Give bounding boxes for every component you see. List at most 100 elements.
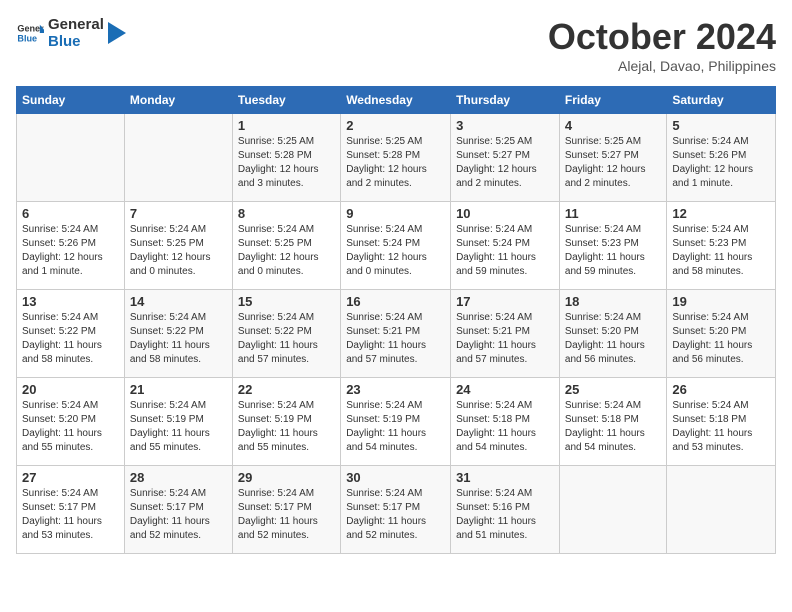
calendar-cell — [559, 466, 666, 554]
day-number: 18 — [565, 294, 661, 309]
calendar-cell: 4Sunrise: 5:25 AMSunset: 5:27 PMDaylight… — [559, 114, 666, 202]
day-info: Sunrise: 5:24 AMSunset: 5:25 PMDaylight:… — [238, 223, 335, 279]
day-info: Sunrise: 5:24 AMSunset: 5:24 PMDaylight:… — [456, 223, 554, 279]
calendar-cell: 5Sunrise: 5:24 AMSunset: 5:26 PMDaylight… — [667, 114, 776, 202]
calendar-cell: 23Sunrise: 5:24 AMSunset: 5:19 PMDayligh… — [341, 378, 451, 466]
calendar-cell: 8 Sunrise: 5:24 AMSunset: 5:25 PMDaylight… — [232, 202, 340, 290]
day-number: 8 — [238, 206, 335, 221]
logo-icon: General Blue — [16, 19, 44, 47]
day-number: 15 — [238, 294, 335, 309]
title-block: October 2024 Alejal, Davao, Philippines — [548, 16, 776, 74]
calendar-week-row: 13 Sunrise: 5:24 AMSunset: 5:22 PMDayligh… — [17, 290, 776, 378]
calendar-cell: 14Sunrise: 5:24 AMSunset: 5:22 PMDayligh… — [124, 290, 232, 378]
day-info: Sunrise: 5:25 AMSunset: 5:28 PMDaylight:… — [346, 135, 445, 191]
day-number: 22 — [238, 382, 335, 397]
logo-arrow-icon — [108, 22, 126, 44]
page-header: General Blue General Blue October 2024 A… — [16, 16, 776, 74]
day-number: 17 — [456, 294, 554, 309]
day-info: Sunrise: 5:24 AMSunset: 5:16 PMDaylight:… — [456, 487, 554, 543]
day-info: Sunrise: 5:25 AMSunset: 5:28 PMDaylight:… — [238, 135, 335, 191]
calendar-cell: 26 Sunrise: 5:24 AMSunset: 5:18 PMDayligh… — [667, 378, 776, 466]
calendar-cell: 18Sunrise: 5:24 AMSunset: 5:20 PMDayligh… — [559, 290, 666, 378]
day-number: 5 — [672, 118, 770, 133]
calendar-header-row: SundayMondayTuesdayWednesdayThursdayFrid… — [17, 87, 776, 114]
day-number: 24 — [456, 382, 554, 397]
calendar-cell: 19 Sunrise: 5:24 AMSunset: 5:20 PMDayligh… — [667, 290, 776, 378]
weekday-header-thursday: Thursday — [451, 87, 560, 114]
day-info: Sunrise: 5:24 AMSunset: 5:17 PMDaylight:… — [346, 487, 445, 543]
day-number: 11 — [565, 206, 661, 221]
day-info: Sunrise: 5:24 AMSunset: 5:20 PMDaylight:… — [22, 399, 119, 455]
calendar-cell: 13 Sunrise: 5:24 AMSunset: 5:22 PMDayligh… — [17, 290, 125, 378]
day-number: 16 — [346, 294, 445, 309]
calendar-week-row: 27 Sunrise: 5:24 AMSunset: 5:17 PMDayligh… — [17, 466, 776, 554]
day-info: Sunrise: 5:25 AMSunset: 5:27 PMDaylight:… — [456, 135, 554, 191]
day-number: 14 — [130, 294, 227, 309]
calendar-cell: 21 Sunrise: 5:24 AMSunset: 5:19 PMDayligh… — [124, 378, 232, 466]
day-number: 25 — [565, 382, 661, 397]
day-info: Sunrise: 5:24 AMSunset: 5:19 PMDaylight:… — [130, 399, 227, 455]
calendar-cell: 6 Sunrise: 5:24 AMSunset: 5:26 PMDaylight… — [17, 202, 125, 290]
day-info: Sunrise: 5:24 AMSunset: 5:18 PMDaylight:… — [565, 399, 661, 455]
day-info: Sunrise: 5:24 AMSunset: 5:22 PMDaylight:… — [238, 311, 335, 367]
logo-general: General — [48, 16, 104, 33]
day-number: 27 — [22, 470, 119, 485]
logo-blue: Blue — [48, 33, 104, 50]
calendar-week-row: 1 Sunrise: 5:25 AMSunset: 5:28 PMDaylight… — [17, 114, 776, 202]
calendar-week-row: 6 Sunrise: 5:24 AMSunset: 5:26 PMDaylight… — [17, 202, 776, 290]
weekday-header-wednesday: Wednesday — [341, 87, 451, 114]
calendar-cell: 31 Sunrise: 5:24 AMSunset: 5:16 PMDayligh… — [451, 466, 560, 554]
calendar-cell: 2 Sunrise: 5:25 AMSunset: 5:28 PMDaylight… — [341, 114, 451, 202]
calendar-week-row: 20 Sunrise: 5:24 AMSunset: 5:20 PMDayligh… — [17, 378, 776, 466]
logo: General Blue General Blue — [16, 16, 126, 51]
day-number: 19 — [672, 294, 770, 309]
day-info: Sunrise: 5:24 AMSunset: 5:18 PMDaylight:… — [672, 399, 770, 455]
day-number: 2 — [346, 118, 445, 133]
day-number: 21 — [130, 382, 227, 397]
calendar-cell: 3 Sunrise: 5:25 AMSunset: 5:27 PMDaylight… — [451, 114, 560, 202]
calendar-cell: 20 Sunrise: 5:24 AMSunset: 5:20 PMDayligh… — [17, 378, 125, 466]
calendar-cell: 22 Sunrise: 5:24 AMSunset: 5:19 PMDayligh… — [232, 378, 340, 466]
day-number: 31 — [456, 470, 554, 485]
day-number: 12 — [672, 206, 770, 221]
day-number: 1 — [238, 118, 335, 133]
day-number: 13 — [22, 294, 119, 309]
day-number: 4 — [565, 118, 661, 133]
weekday-header-monday: Monday — [124, 87, 232, 114]
weekday-header-tuesday: Tuesday — [232, 87, 340, 114]
calendar-cell: 10 Sunrise: 5:24 AMSunset: 5:24 PMDayligh… — [451, 202, 560, 290]
day-info: Sunrise: 5:24 AMSunset: 5:23 PMDaylight:… — [565, 223, 661, 279]
calendar-cell: 7Sunrise: 5:24 AMSunset: 5:25 PMDaylight… — [124, 202, 232, 290]
day-info: Sunrise: 5:24 AMSunset: 5:26 PMDaylight:… — [22, 223, 119, 279]
calendar-cell: 12 Sunrise: 5:24 AMSunset: 5:23 PMDayligh… — [667, 202, 776, 290]
day-info: Sunrise: 5:24 AMSunset: 5:23 PMDaylight:… — [672, 223, 770, 279]
location-subtitle: Alejal, Davao, Philippines — [548, 58, 776, 74]
day-number: 30 — [346, 470, 445, 485]
weekday-header-sunday: Sunday — [17, 87, 125, 114]
day-number: 9 — [346, 206, 445, 221]
calendar-cell — [17, 114, 125, 202]
calendar-cell: 1 Sunrise: 5:25 AMSunset: 5:28 PMDaylight… — [232, 114, 340, 202]
calendar-cell: 17Sunrise: 5:24 AMSunset: 5:21 PMDayligh… — [451, 290, 560, 378]
svg-text:Blue: Blue — [17, 34, 37, 44]
calendar-cell: 30 Sunrise: 5:24 AMSunset: 5:17 PMDayligh… — [341, 466, 451, 554]
calendar-cell — [124, 114, 232, 202]
calendar-cell: 28Sunrise: 5:24 AMSunset: 5:17 PMDayligh… — [124, 466, 232, 554]
day-number: 6 — [22, 206, 119, 221]
day-info: Sunrise: 5:24 AMSunset: 5:20 PMDaylight:… — [672, 311, 770, 367]
day-info: Sunrise: 5:24 AMSunset: 5:19 PMDaylight:… — [238, 399, 335, 455]
day-info: Sunrise: 5:24 AMSunset: 5:25 PMDaylight:… — [130, 223, 227, 279]
day-number: 10 — [456, 206, 554, 221]
day-number: 23 — [346, 382, 445, 397]
calendar-cell: 25 Sunrise: 5:24 AMSunset: 5:18 PMDayligh… — [559, 378, 666, 466]
day-info: Sunrise: 5:24 AMSunset: 5:17 PMDaylight:… — [130, 487, 227, 543]
calendar-cell — [667, 466, 776, 554]
day-info: Sunrise: 5:24 AMSunset: 5:17 PMDaylight:… — [22, 487, 119, 543]
day-info: Sunrise: 5:24 AMSunset: 5:24 PMDaylight:… — [346, 223, 445, 279]
day-number: 26 — [672, 382, 770, 397]
day-info: Sunrise: 5:24 AMSunset: 5:17 PMDaylight:… — [238, 487, 335, 543]
day-number: 3 — [456, 118, 554, 133]
day-info: Sunrise: 5:24 AMSunset: 5:22 PMDaylight:… — [22, 311, 119, 367]
day-number: 20 — [22, 382, 119, 397]
calendar-cell: 15 Sunrise: 5:24 AMSunset: 5:22 PMDayligh… — [232, 290, 340, 378]
